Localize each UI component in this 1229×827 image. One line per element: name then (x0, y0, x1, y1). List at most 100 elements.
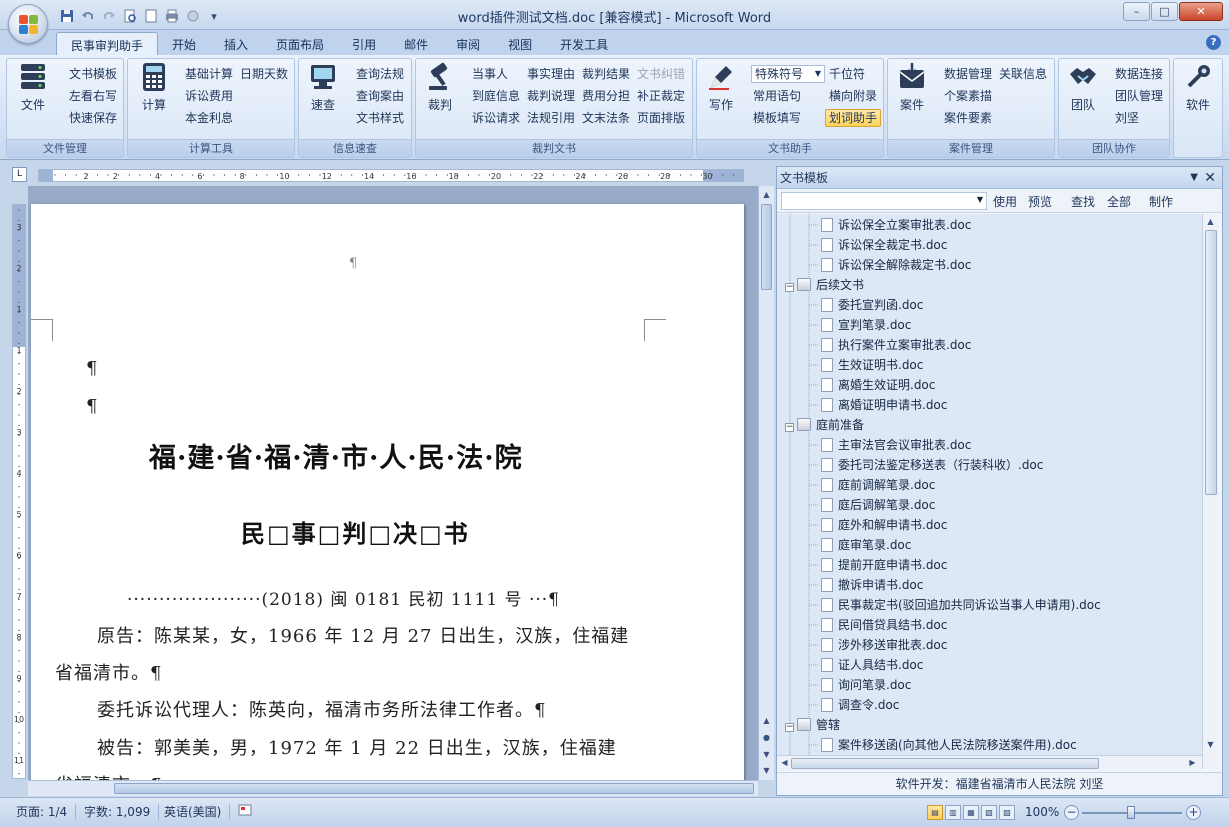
tree-file[interactable]: 民事裁定书(驳回追加共同诉讼当事人申请用).doc (821, 595, 1101, 615)
tree-file[interactable]: 调查令.doc (821, 695, 899, 715)
doc-style-button[interactable]: 文书样式 (356, 109, 404, 127)
tab-4[interactable]: 引用 (338, 32, 390, 55)
data-connect-button[interactable]: 数据连接 (1115, 65, 1163, 83)
writing-button[interactable]: 写作 (701, 62, 741, 120)
tree-vertical-scrollbar[interactable]: ▲ ▼ (1202, 214, 1219, 769)
template-fill-button[interactable]: 模板填写 (753, 109, 801, 127)
tab-7[interactable]: 视图 (494, 32, 546, 55)
doc-error-check-button[interactable]: 文书纠错 (637, 65, 685, 83)
zoom-slider-thumb[interactable] (1127, 806, 1135, 819)
team-button[interactable]: 团队 (1063, 62, 1103, 120)
related-info-button[interactable]: 关联信息 (999, 65, 1047, 83)
litigation-fee-button[interactable]: 诉讼费用 (185, 87, 233, 105)
tree-file[interactable]: 庭前调解笔录.doc (821, 475, 935, 495)
tree-file[interactable]: 庭后调解笔录.doc (821, 495, 935, 515)
principal-interest-button[interactable]: 本金利息 (185, 109, 233, 127)
tree-hscroll-thumb[interactable] (791, 758, 1099, 769)
tree-file[interactable]: 宣判笔录.doc (821, 315, 911, 335)
minimize-button[interactable]: – (1123, 2, 1150, 21)
template-category-select[interactable]: ▼ (781, 192, 987, 210)
query-laws-button[interactable]: 查询法规 (356, 65, 404, 83)
tab-5[interactable]: 邮件 (390, 32, 442, 55)
office-button[interactable] (8, 4, 48, 44)
collapse-icon[interactable]: − (785, 723, 794, 732)
tree-file[interactable]: 庭审笔录.doc (821, 535, 911, 555)
tab-6[interactable]: 审阅 (442, 32, 494, 55)
calculate-button[interactable]: 计算 (134, 62, 174, 120)
date-days-button[interactable]: 日期天数 (240, 65, 288, 83)
quick-lookup-button[interactable]: 速查 (303, 62, 343, 120)
horizontal-ruler[interactable]: 22468101214161820222426283032 (38, 169, 745, 182)
document-page[interactable]: ¶ ¶ ¶ 福·建·省·福·清·市·人·民·法·院 民□事□判□决□书 ····… (31, 204, 744, 780)
tree-file[interactable]: 庭外和解申请书.doc (821, 515, 947, 535)
draft-view-icon[interactable]: ▨ (999, 805, 1015, 820)
macro-record-icon[interactable] (238, 804, 260, 820)
create-button[interactable]: 制作 (1149, 193, 1173, 210)
parties-button[interactable]: 当事人 (472, 65, 508, 83)
preview-button[interactable]: 预览 (1028, 193, 1052, 210)
document-area[interactable]: ¶ ¶ ¶ 福·建·省·福·清·市·人·民·法·院 民□事□判□决□书 ····… (28, 186, 758, 780)
tree-file[interactable]: 诉讼保全解除裁定书.doc (821, 255, 971, 275)
scroll-up-icon[interactable]: ▲ (1205, 215, 1216, 229)
tab-8[interactable]: 开发工具 (546, 32, 622, 55)
case-button[interactable]: 案件 (892, 62, 932, 120)
common-phrases-button[interactable]: 常用语句 (753, 87, 801, 105)
vertical-ruler[interactable]: 3 2 1 1 2 3 4 5 6 7 8 9 10 11 (12, 204, 26, 779)
tree-file[interactable]: 询问笔录.doc (821, 675, 911, 695)
tree-folder[interactable]: − 庭前准备 (785, 415, 864, 435)
close-button[interactable]: ✕ (1179, 2, 1223, 21)
claims-button[interactable]: 诉讼请求 (472, 109, 520, 127)
zoom-level[interactable]: 100% (1025, 805, 1059, 819)
scroll-up-arrow-icon[interactable]: ▲ (761, 714, 772, 728)
case-sketch-button[interactable]: 个案素描 (944, 87, 992, 105)
word-count[interactable]: 字数: 1,099 (84, 804, 160, 820)
tab-2[interactable]: 插入 (210, 32, 262, 55)
court-attendance-button[interactable]: 到庭信息 (472, 87, 520, 105)
all-button[interactable]: 全部 (1107, 193, 1131, 210)
tree-file[interactable]: 生效证明书.doc (821, 355, 923, 375)
tree-file[interactable]: 执行案件立案审批表.doc (821, 335, 971, 355)
find-button[interactable]: 查找 (1071, 193, 1095, 210)
team-management-button[interactable]: 团队管理 (1115, 87, 1163, 105)
special-symbol-combo[interactable]: 特殊符号 ▼ (751, 65, 825, 83)
scroll-up-icon[interactable]: ▲ (761, 188, 772, 202)
software-button[interactable]: 软件 (1178, 62, 1218, 120)
basic-calc-button[interactable]: 基础计算 (185, 65, 233, 83)
correction-ruling-button[interactable]: 补正裁定 (637, 87, 685, 105)
scroll-down-arrow-icon[interactable]: ▼ (761, 748, 772, 762)
tree-file[interactable]: 案件移送函(向其他人民法院移送案件用).doc (821, 735, 1077, 755)
tree-file[interactable]: 撤诉申请书.doc (821, 575, 923, 595)
collapse-icon[interactable]: − (785, 423, 794, 432)
scroll-right-icon[interactable]: ▶ (1187, 756, 1198, 770)
quick-save-button[interactable]: 快速保存 (69, 109, 117, 127)
word-select-assistant-button[interactable]: 划词助手 (825, 109, 882, 127)
pane-close-icon[interactable]: ✕ (1204, 167, 1216, 189)
data-management-button[interactable]: 数据管理 (944, 65, 992, 83)
use-button[interactable]: 使用 (993, 193, 1017, 210)
web-layout-icon[interactable]: ▦ (963, 805, 979, 820)
document-vertical-scrollbar[interactable]: ▲ ▲ ● ▼ ▼ (758, 186, 774, 780)
scroll-left-icon[interactable]: ◀ (779, 756, 790, 770)
verdict-button[interactable]: 裁判结果 (582, 65, 630, 83)
tree-file[interactable]: 涉外移送审批表.doc (821, 635, 947, 655)
user-name-button[interactable]: 刘坚 (1115, 109, 1139, 127)
help-icon[interactable]: ? (1206, 35, 1221, 50)
scroll-thumb[interactable] (761, 204, 772, 290)
scroll-down-icon[interactable]: ▼ (761, 764, 772, 778)
judgment-button[interactable]: 裁判 (420, 62, 460, 120)
file-button[interactable]: 文件 (13, 62, 53, 120)
tree-file[interactable]: 离婚证明申请书.doc (821, 395, 947, 415)
doc-template-button[interactable]: 文书模板 (69, 65, 117, 83)
collapse-icon[interactable]: − (785, 283, 794, 292)
cost-sharing-button[interactable]: 费用分担 (582, 87, 630, 105)
reasoning-button[interactable]: 裁判说理 (527, 87, 575, 105)
look-left-write-right-button[interactable]: 左看右写 (69, 87, 117, 105)
end-statutes-button[interactable]: 文末法条 (582, 109, 630, 127)
hscroll-thumb[interactable] (114, 783, 754, 794)
zoom-out-button[interactable]: − (1064, 805, 1079, 820)
facts-reasons-button[interactable]: 事实理由 (527, 65, 575, 83)
tree-file[interactable]: 主审法官会议审批表.doc (821, 435, 971, 455)
template-tree[interactable]: 诉讼保全立案审批表.doc 诉讼保全裁定书.doc 诉讼保全解除裁定书.doc − 后续… (777, 214, 1202, 769)
tree-file[interactable]: 民间借贷具结书.doc (821, 615, 947, 635)
tree-file[interactable]: 证人具结书.doc (821, 655, 923, 675)
